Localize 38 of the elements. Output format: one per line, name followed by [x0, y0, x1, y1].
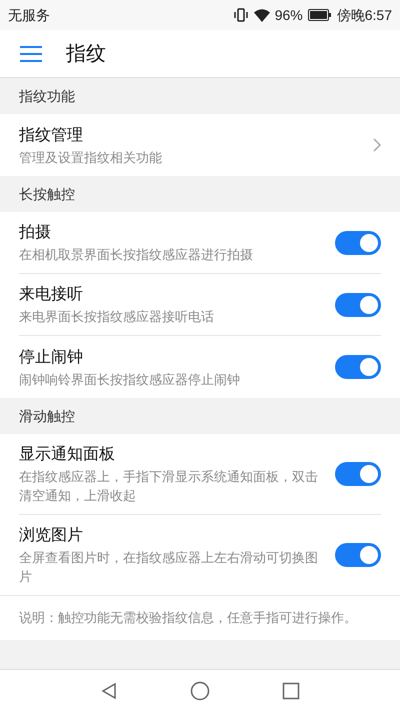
row-subtitle: 闹钟响铃界面长按指纹感应器停止闹钟 — [19, 370, 241, 388]
battery-percent: 96% — [274, 6, 303, 24]
carrier-text: 无服务 — [8, 6, 50, 24]
row-subtitle: 在指纹感应器上，手指下滑显示系统通知面板，双击清空通知，上滑收起 — [19, 468, 319, 505]
toggle-switch[interactable] — [335, 230, 381, 254]
toggle-switch[interactable] — [335, 292, 381, 316]
row-subtitle: 全屏查看图片时，在指纹感应器上左右滑动可切换图片 — [19, 549, 319, 586]
row-title: 指纹管理 — [19, 126, 84, 146]
row-title: 拍摄 — [19, 223, 52, 243]
recents-icon[interactable] — [282, 682, 300, 700]
settings-row[interactable]: 拍摄 在相机取景界面长按指纹感应器进行拍摄 — [19, 212, 381, 274]
clock-text: 傍晚6:57 — [336, 6, 392, 24]
back-icon[interactable] — [100, 682, 118, 700]
settings-row[interactable]: 显示通知面板 在指纹感应器上，手指下滑显示系统通知面板，双击清空通知，上滑收起 — [19, 434, 381, 515]
row-title: 停止闹钟 — [19, 348, 84, 368]
settings-row[interactable]: 停止闹钟 闹钟响铃界面长按指纹感应器停止闹钟 — [19, 336, 381, 398]
chevron-right-icon — [373, 138, 381, 152]
row-subtitle: 来电界面长按指纹感应器接听电话 — [19, 308, 215, 326]
menu-icon[interactable] — [20, 46, 42, 62]
vibrate-icon — [232, 8, 249, 22]
toggle-switch[interactable] — [335, 462, 381, 486]
section-header: 滑动触控 — [19, 406, 75, 426]
row-subtitle: 在相机取景界面长按指纹感应器进行拍摄 — [19, 246, 254, 264]
note-text: 说明：触控功能无需校验指纹信息，任意手指可进行操作。 — [19, 609, 358, 627]
toggle-switch[interactable] — [335, 543, 381, 567]
wifi-icon — [254, 8, 270, 22]
settings-row[interactable]: 浏览图片 全屏查看图片时，在指纹感应器上左右滑动可切换图片 — [19, 515, 381, 595]
row-title: 来电接听 — [19, 284, 84, 305]
page-title: 指纹 — [66, 42, 106, 66]
row-title: 显示通知面板 — [19, 444, 116, 465]
battery-icon — [308, 9, 332, 21]
row-subtitle: 管理及设置指纹相关功能 — [19, 148, 163, 166]
section-header: 长按触控 — [19, 184, 75, 204]
settings-row[interactable]: 来电接听 来电界面长按指纹感应器接听电话 — [19, 274, 381, 336]
toggle-switch[interactable] — [335, 355, 381, 379]
home-icon[interactable] — [190, 680, 210, 700]
row-title: 浏览图片 — [19, 526, 84, 546]
section-header: 指纹功能 — [19, 86, 75, 106]
